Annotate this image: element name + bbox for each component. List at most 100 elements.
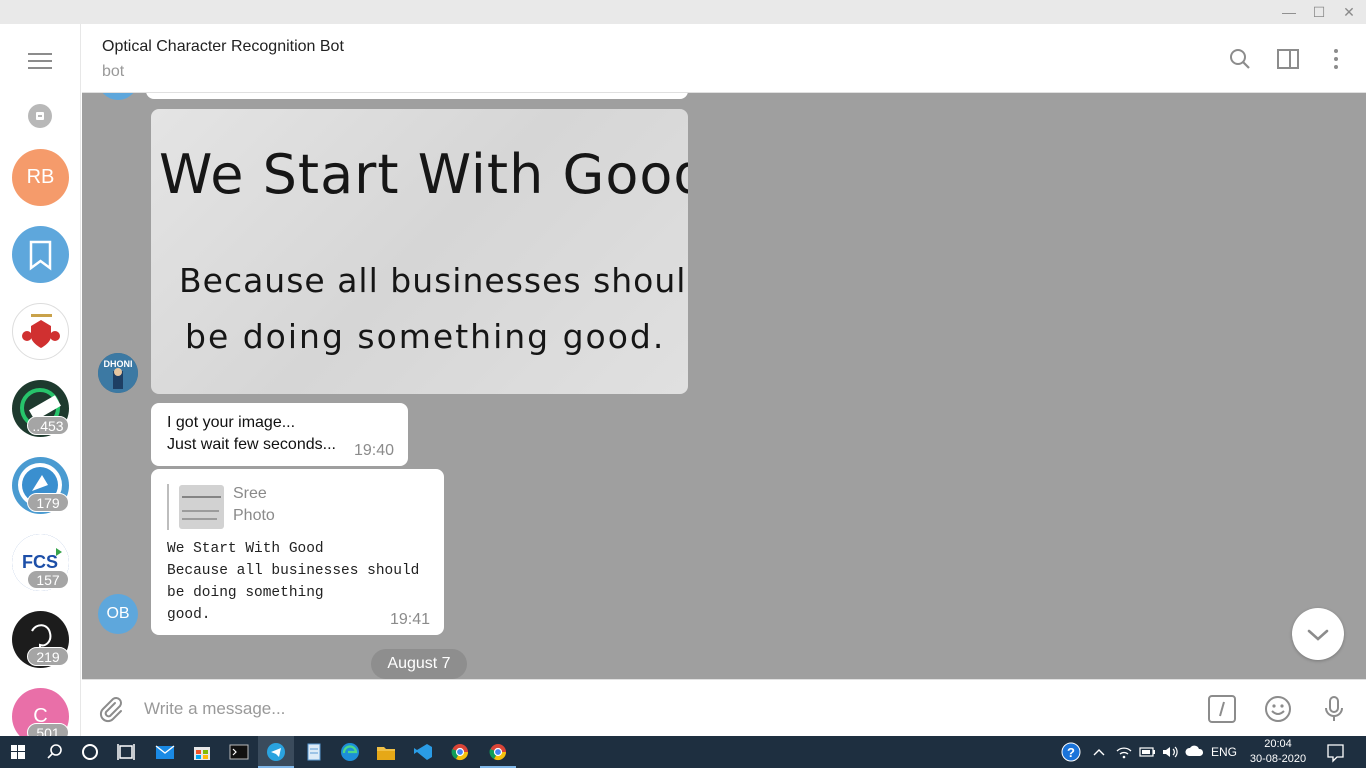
bot-avatar[interactable]: OB	[98, 594, 138, 634]
notepad-icon	[307, 743, 321, 761]
battery-icon	[1139, 747, 1155, 757]
unread-badge: 219	[27, 647, 69, 666]
archive-button[interactable]	[28, 104, 52, 128]
svg-text:FCS: FCS	[22, 552, 58, 572]
taskbar-edge[interactable]	[332, 736, 368, 768]
windows-logo-icon	[11, 745, 25, 759]
onedrive-tray-button[interactable]	[1183, 736, 1207, 768]
speaker-icon	[1163, 746, 1178, 758]
message-bubble[interactable]: I got your image... Just wait few second…	[151, 403, 408, 466]
sender-avatar-dhoni[interactable]: DHONI	[98, 353, 138, 393]
terminal-icon	[229, 744, 249, 760]
search-icon	[1230, 49, 1250, 69]
bot-commands-button[interactable]	[1207, 694, 1237, 724]
taskbar-notepad[interactable]	[296, 736, 332, 768]
chrome-icon	[489, 744, 507, 761]
chat-title[interactable]: Optical Character Recognition Bot	[102, 38, 344, 56]
cortana-icon	[82, 744, 98, 760]
minimize-button[interactable]: —	[1278, 2, 1300, 22]
voice-message-button[interactable]	[1319, 694, 1349, 724]
reply-quote[interactable]: Sree Photo	[167, 484, 367, 530]
clock-date: 30-08-2020	[1249, 753, 1307, 765]
message-input[interactable]	[144, 696, 1184, 722]
unread-badge: 179	[27, 493, 69, 512]
reply-sender-name: Sree	[233, 485, 267, 502]
start-button[interactable]	[0, 736, 36, 768]
previous-message-bubble	[146, 93, 688, 99]
taskbar-search-button[interactable]	[37, 736, 73, 768]
cortana-button[interactable]	[72, 736, 108, 768]
message-text-line1: I got your image...	[167, 414, 296, 431]
chat-avatar-rb[interactable]: RB	[12, 149, 69, 206]
help-tray-button[interactable]: ?	[1054, 736, 1088, 768]
maximize-button[interactable]: ☐	[1308, 2, 1330, 22]
emoji-button[interactable]	[1263, 694, 1293, 724]
photo-handwriting-title: We Start With Good	[159, 143, 688, 206]
volume-tray-button[interactable]	[1158, 736, 1182, 768]
mail-icon	[155, 745, 175, 759]
archive-icon	[36, 112, 44, 120]
help-icon: ?	[1061, 742, 1081, 762]
unread-badge: ..453	[27, 416, 69, 435]
chat-list-sidebar: RB ..453 179 FCS 157 219 C 501	[0, 24, 81, 736]
emoji-icon	[1265, 696, 1291, 722]
svg-text:?: ?	[1067, 745, 1075, 760]
chevron-down-icon	[1307, 629, 1329, 641]
slash-command-icon	[1208, 695, 1236, 723]
side-panel-icon	[1277, 49, 1299, 69]
side-panel-button[interactable]	[1275, 46, 1301, 72]
photo-message[interactable]: We Start With Good Because all businesse…	[151, 109, 688, 394]
clock[interactable]: 20:04 30-08-2020	[1244, 736, 1312, 768]
edge-browser-icon	[341, 743, 359, 761]
unread-badge: 501	[27, 723, 69, 736]
message-time: 19:40	[354, 442, 395, 459]
taskbar-chrome-2[interactable]	[480, 736, 516, 768]
scroll-to-bottom-button[interactable]	[1292, 608, 1344, 660]
paperclip-icon	[99, 697, 122, 723]
store-icon	[194, 747, 210, 760]
more-vertical-icon	[1334, 49, 1338, 69]
window-titlebar: — ☐ ✕	[0, 0, 1366, 24]
chat-avatar-saved-messages[interactable]	[12, 226, 69, 283]
taskbar-file-explorer[interactable]	[368, 736, 404, 768]
notifications-button[interactable]	[1318, 736, 1352, 768]
show-hidden-icons-button[interactable]	[1088, 736, 1110, 768]
thumbnail-preview-icon	[182, 496, 221, 520]
message-area[interactable]: We Start With Good Because all businesse…	[82, 93, 1366, 679]
taskbar-store[interactable]	[184, 736, 220, 768]
battery-tray-button[interactable]	[1136, 736, 1158, 768]
close-button[interactable]: ✕	[1338, 2, 1360, 22]
search-icon	[47, 744, 62, 759]
attach-button[interactable]	[95, 694, 125, 724]
bookmark-icon	[29, 240, 52, 271]
chevron-up-icon	[1093, 749, 1105, 756]
taskbar-terminal[interactable]	[221, 736, 257, 768]
taskbar-telegram[interactable]	[258, 736, 294, 768]
user-avatar-partial	[98, 93, 138, 100]
chrome-icon	[451, 744, 469, 761]
chat-header: Optical Character Recognition Bot bot	[82, 24, 1366, 93]
message-bubble-ocr[interactable]: Sree Photo We Start With Good Because al…	[151, 469, 444, 635]
telegram-icon	[267, 743, 285, 761]
chat-avatar-group-crest[interactable]	[12, 303, 69, 360]
search-button[interactable]	[1227, 46, 1253, 72]
task-view-icon	[117, 744, 135, 760]
menu-button[interactable]	[28, 52, 52, 70]
folder-icon	[377, 747, 395, 760]
taskbar-chrome[interactable]	[442, 736, 478, 768]
reply-media-type: Photo	[233, 507, 275, 524]
task-view-button[interactable]	[108, 736, 144, 768]
taskbar-mail[interactable]	[147, 736, 183, 768]
dhoni-avatar-icon: DHONI	[98, 353, 138, 393]
svg-text:DHONI: DHONI	[104, 359, 133, 369]
taskbar-vscode[interactable]	[405, 736, 441, 768]
clock-time: 20:04	[1264, 738, 1292, 750]
network-tray-button[interactable]	[1112, 736, 1136, 768]
more-options-button[interactable]	[1323, 46, 1349, 72]
input-language[interactable]: ENG	[1208, 745, 1240, 759]
reply-thumbnail	[179, 485, 224, 529]
hamburger-icon	[28, 53, 52, 69]
cloud-icon	[1185, 745, 1204, 756]
message-time: 19:41	[390, 611, 431, 628]
crest-logo-icon	[22, 314, 60, 348]
